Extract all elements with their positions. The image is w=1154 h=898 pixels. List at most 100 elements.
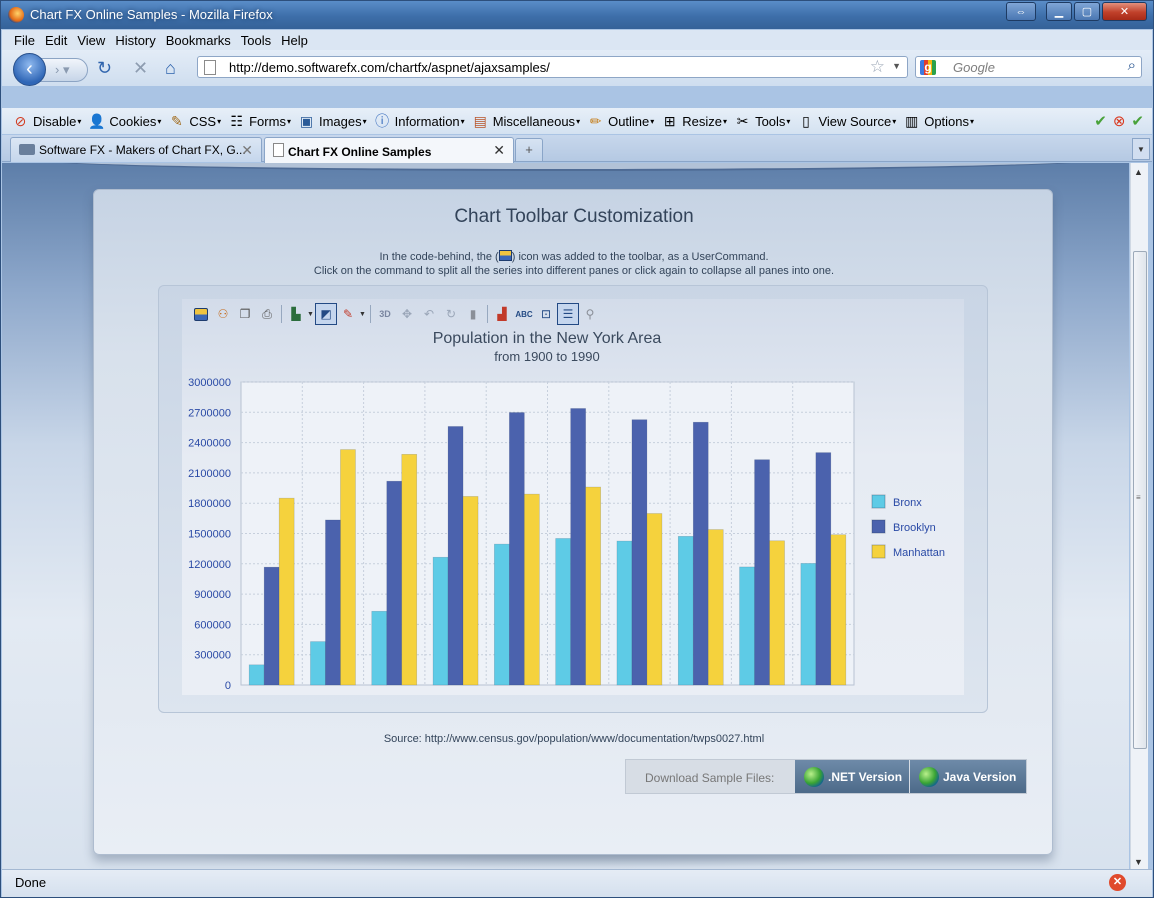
window-controls: ⇔ ▁ ▢ ✕	[1006, 2, 1147, 21]
bar-manhattan-1990	[830, 534, 847, 686]
menu-tools[interactable]: Tools	[241, 30, 281, 50]
wd-images[interactable]: ▣ Images ▾	[298, 113, 367, 130]
window-title: Chart FX Online Samples - Mozilla Firefo…	[30, 7, 273, 22]
y-tick-label: 300000	[194, 650, 231, 662]
wd-disable[interactable]: ⊘ Disable ▾	[12, 113, 82, 130]
menu-history[interactable]: History	[115, 30, 165, 50]
wd-resize[interactable]: ⊞ Resize ▾	[661, 113, 727, 130]
tools-icon: ✂	[736, 112, 749, 129]
bar-manhattan-1920	[401, 454, 418, 686]
web-developer-toolbar: ⊘ Disable ▾ 👤 Cookies ▾ ✎ CSS ▾ ☷ Forms ▾ ▣ Image…	[2, 108, 1152, 134]
minimize-button[interactable]: ▁	[1046, 2, 1072, 21]
page-content: Chart Toolbar Customization In the code-…	[2, 163, 1129, 869]
close-window-button[interactable]: ✕	[1102, 2, 1147, 21]
css-valid-icon[interactable]: ✔	[1094, 112, 1107, 130]
miscellaneous-icon: ▤	[473, 112, 487, 129]
search-bar[interactable]: g Google ⌕	[915, 56, 1142, 78]
error-icon[interactable]: ⊗	[1113, 112, 1126, 130]
stop-icon[interactable]: ✕	[133, 58, 148, 79]
bar-bronx-1920	[371, 610, 388, 686]
new-tab-button[interactable]: +	[515, 138, 543, 161]
wd-view-source[interactable]: ▯ View Source ▾	[797, 113, 896, 130]
tab-switch-icon[interactable]: ⇔	[1006, 2, 1036, 21]
y-tick-label: 2700000	[188, 407, 231, 419]
java-version-button[interactable]: Java Version	[909, 760, 1026, 793]
options-icon: ▥	[905, 112, 919, 129]
menu-edit[interactable]: Edit	[45, 30, 77, 50]
view-source-icon: ▯	[802, 112, 810, 129]
menu-view[interactable]: View	[77, 30, 115, 50]
scroll-up-icon[interactable]: ▲	[1134, 167, 1143, 177]
resize-icon: ⊞	[663, 112, 676, 129]
wd-forms[interactable]: ☷ Forms ▾	[228, 113, 291, 130]
description-line-1: In the code-behind, the () icon was adde…	[379, 250, 769, 263]
bar-bronx-1910	[310, 641, 326, 686]
chart-container: ⚇ ❐ ⎙ ▙ ▼ ◩ ✎ ▼ 3D ✥ ↶ ↻ ▮ ▟ ABC ⊡ ☰ ⚲ P…	[158, 285, 988, 713]
wd-outline[interactable]: ✏ Outline ▾	[587, 113, 655, 130]
bar-brooklyn-1980	[754, 459, 770, 686]
bar-bronx-1940	[494, 543, 510, 686]
y-tick-label: 600000	[194, 619, 231, 631]
wd-css[interactable]: ✎ CSS ▾	[168, 113, 221, 130]
bar-bronx-1900	[248, 664, 265, 686]
forms-icon: ☷	[230, 112, 243, 129]
bar-manhattan-1900	[278, 497, 295, 686]
bar-brooklyn-1910	[325, 519, 341, 686]
tab-list-dropdown-icon[interactable]: ▼	[1132, 138, 1150, 160]
wd-cookies[interactable]: 👤 Cookies ▾	[88, 113, 161, 130]
wd-miscellaneous[interactable]: ▤ Miscellaneous ▾	[472, 112, 581, 130]
y-tick-label: 1200000	[188, 559, 231, 571]
wd-options[interactable]: ▥ Options ▾	[903, 113, 974, 130]
address-bar[interactable]: http://demo.softwarefx.com/chartfx/aspne…	[197, 56, 908, 78]
close-tab-icon[interactable]: ✕	[241, 142, 253, 159]
js-valid-icon[interactable]: ✔	[1131, 112, 1144, 130]
legend-label-brooklyn: Brooklyn	[893, 522, 936, 534]
search-placeholder: Google	[953, 60, 995, 75]
y-tick-label: 900000	[194, 589, 231, 601]
scroll-down-icon[interactable]: ▼	[1134, 857, 1143, 867]
bar-brooklyn-1920	[386, 480, 403, 686]
search-icon[interactable]: ⌕	[1128, 57, 1136, 74]
tab-strip: Software FX - Makers of Chart FX, G... ✕…	[2, 135, 1152, 163]
close-tab-icon[interactable]: ✕	[493, 142, 505, 159]
chart-subtitle: from 1900 to 1990	[494, 349, 600, 364]
reload-icon[interactable]: ↻	[97, 58, 112, 79]
split-panes-icon	[498, 250, 512, 261]
tab-softwarefx[interactable]: Software FX - Makers of Chart FX, G... ✕	[10, 137, 262, 162]
title-bar: Chart FX Online Samples - Mozilla Firefo…	[1, 1, 1153, 29]
globe-icon	[919, 766, 939, 787]
url-text: http://demo.softwarefx.com/chartfx/aspne…	[229, 60, 550, 75]
y-tick-label: 2100000	[188, 468, 231, 480]
bar-brooklyn-1900	[263, 566, 280, 686]
google-icon[interactable]: g	[920, 60, 936, 75]
y-tick-label: 3000000	[188, 377, 231, 389]
population-chart: Population in the New York Area from 190…	[188, 330, 945, 692]
bar-brooklyn-1990	[815, 452, 832, 686]
net-version-button[interactable]: .NET Version	[794, 760, 909, 793]
legend-swatch-manhattan	[871, 544, 886, 559]
bookmark-star-icon[interactable]: ☆	[870, 57, 885, 77]
y-tick-label: 1500000	[188, 529, 231, 541]
bar-manhattan-1980	[769, 540, 785, 686]
vertical-scrollbar[interactable]: ▲ ≡ ▼	[1130, 163, 1148, 869]
menu-file[interactable]: File	[14, 30, 45, 50]
images-icon: ▣	[299, 112, 314, 129]
tab-chartfx-samples[interactable]: Chart FX Online Samples ✕	[264, 137, 514, 163]
home-icon[interactable]: ⌂	[165, 58, 176, 79]
source-note: Source: http://www.census.gov/population…	[383, 733, 765, 745]
chart-area: ⚇ ❐ ⎙ ▙ ▼ ◩ ✎ ▼ 3D ✥ ↶ ↻ ▮ ▟ ABC ⊡ ☰ ⚲ P…	[182, 299, 964, 695]
maximize-button[interactable]: ▢	[1074, 2, 1100, 21]
wd-information[interactable]: ⓘ Information ▾	[374, 113, 465, 130]
legend-swatch-bronx	[871, 494, 886, 509]
bar-manhattan-1950	[585, 486, 601, 686]
wd-tools[interactable]: ✂ Tools ▾	[734, 112, 791, 130]
back-button[interactable]: ‹	[13, 53, 46, 86]
forward-button[interactable]: › ▾	[40, 58, 88, 82]
bar-brooklyn-1950	[570, 408, 586, 686]
header-curve	[32, 163, 1102, 171]
menu-help[interactable]: Help	[281, 30, 318, 50]
error-status-icon[interactable]: ✕	[1109, 874, 1126, 891]
menu-bookmarks[interactable]: Bookmarks	[166, 30, 241, 50]
url-dropdown-icon[interactable]: ▼	[892, 61, 901, 71]
bar-brooklyn-1970	[692, 421, 709, 686]
